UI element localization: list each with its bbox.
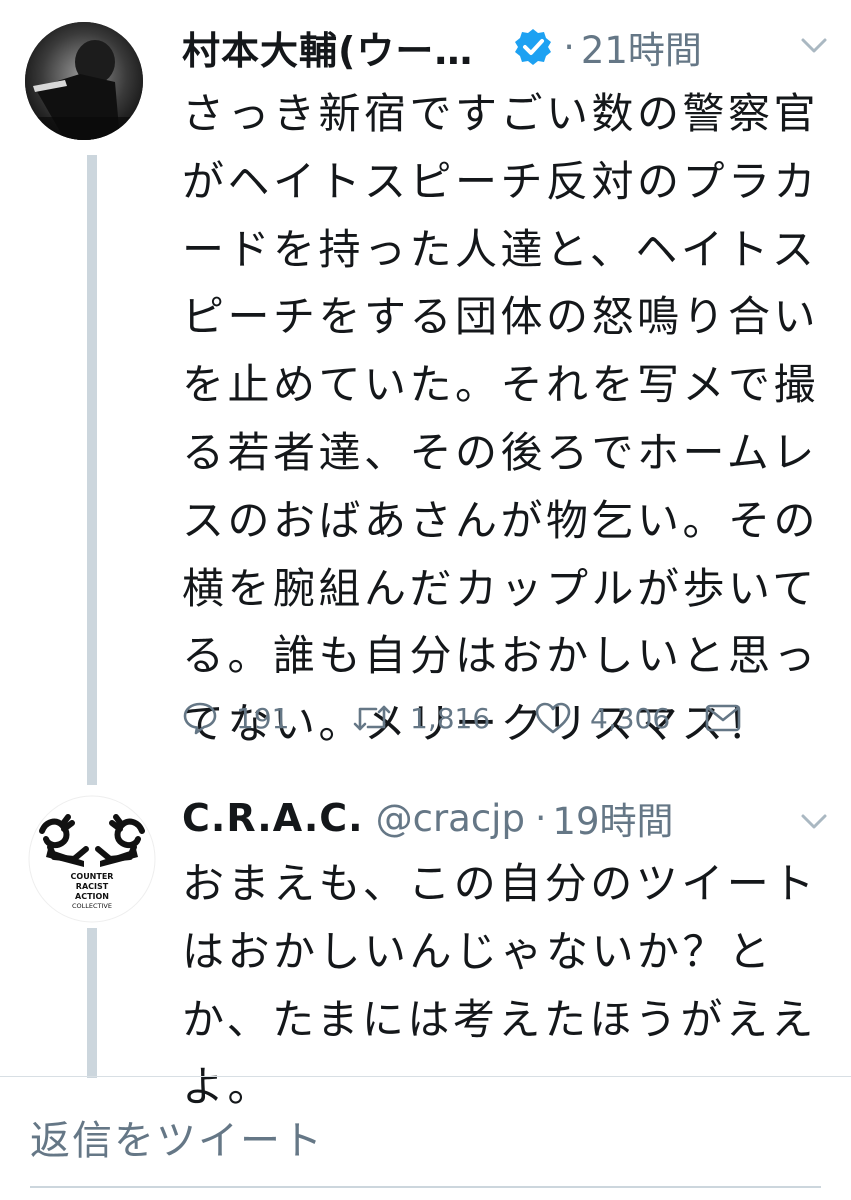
tweet-header: 村本大輔(ウー… · 21時間 xyxy=(182,14,831,80)
input-underline xyxy=(30,1186,821,1188)
separator: · xyxy=(534,797,547,839)
profile-photo-icon xyxy=(25,22,143,140)
user-handle[interactable]: @cracjp xyxy=(376,797,525,840)
tweet-actions: 191 1,816 4,306 xyxy=(182,698,742,738)
timestamp[interactable]: 21時間 xyxy=(581,20,702,74)
divider xyxy=(0,1076,851,1077)
logo-text-4: COLLECTIVE xyxy=(72,902,112,910)
reply-button[interactable]: 191 xyxy=(182,701,352,735)
chevron-down-icon[interactable] xyxy=(799,812,829,832)
crac-logo-icon: COUNTER RACIST ACTION COLLECTIVE xyxy=(28,795,156,923)
timestamp[interactable]: 19時間 xyxy=(552,791,673,845)
display-name[interactable]: 村本大輔(ウー… xyxy=(182,20,473,75)
reply-input[interactable]: 返信をツイート xyxy=(30,1108,324,1166)
separator: · xyxy=(563,26,575,68)
like-count: 4,306 xyxy=(590,701,671,735)
reply-count: 191 xyxy=(236,701,290,735)
like-button[interactable]: 4,306 xyxy=(534,701,704,735)
tweet[interactable]: 村本大輔(ウー… · 21時間 さっき新宿ですごい数の警察官がヘイトスピーチ反対… xyxy=(182,14,831,758)
tweet[interactable]: C.R.A.C. @cracjp · 19時間 おまえも、この自分のツイートはお… xyxy=(182,790,831,1121)
thread-connector xyxy=(87,928,97,1078)
tweet-text: さっき新宿ですごい数の警察官がヘイトスピーチ反対のプラカードを持った人達と、ヘイ… xyxy=(182,89,820,749)
display-name[interactable]: C.R.A.C. xyxy=(182,796,364,840)
retweet-count: 1,816 xyxy=(410,701,491,735)
chevron-down-icon[interactable] xyxy=(799,36,829,56)
heart-icon xyxy=(535,702,571,734)
logo-text-1: COUNTER xyxy=(71,872,114,881)
tweet-text: おまえも、この自分のツイートはおかしいんじゃないか？とか、たまには考えたほうがえ… xyxy=(182,859,818,1112)
verified-badge-icon xyxy=(515,29,552,65)
thread-connector xyxy=(87,155,97,785)
direct-message-button[interactable] xyxy=(704,703,742,733)
retweet-button[interactable]: 1,816 xyxy=(352,701,534,735)
tweet-header: C.R.A.C. @cracjp · 19時間 xyxy=(182,790,831,846)
retweet-icon xyxy=(353,705,391,731)
avatar[interactable] xyxy=(25,22,143,140)
logo-text-3: ACTION xyxy=(75,892,109,901)
reply-icon xyxy=(183,702,217,735)
logo-text-2: RACIST xyxy=(76,882,109,891)
avatar[interactable]: COUNTER RACIST ACTION COLLECTIVE xyxy=(28,795,156,923)
envelope-icon xyxy=(705,704,741,732)
